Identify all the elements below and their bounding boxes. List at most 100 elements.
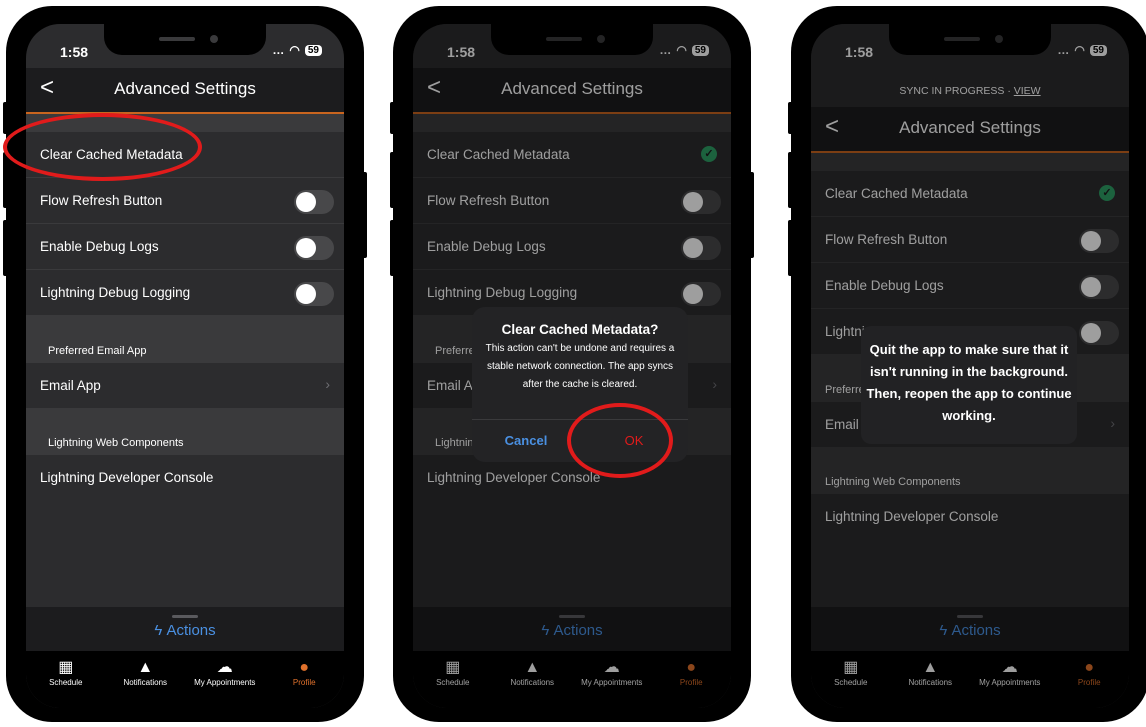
side-button: [788, 152, 793, 208]
chevron-right-icon: ›: [712, 376, 717, 392]
tab-profile[interactable]: ● Profile: [653, 651, 729, 708]
notch: [889, 24, 1051, 55]
actions-button[interactable]: ϟ Actions: [413, 622, 731, 639]
lightning-debug-toggle[interactable]: [1079, 321, 1119, 345]
chevron-right-icon: ›: [1110, 415, 1115, 431]
row-clear-cached-metadata[interactable]: Clear Cached Metadata: [26, 131, 344, 178]
lightning-debug-toggle[interactable]: [681, 282, 721, 306]
tab-notifications[interactable]: ▲ Notifications: [892, 651, 968, 708]
person-icon: ●: [686, 659, 697, 676]
confirm-dialog: Clear Cached Metadata? This action can't…: [472, 307, 688, 462]
section-gap: [26, 114, 344, 131]
row-label: Clear Cached Metadata: [40, 147, 183, 162]
signal-icon: …: [272, 43, 285, 57]
side-button: [3, 152, 8, 208]
row-label: Clear Cached Metadata: [825, 186, 968, 201]
bottom-bar: ϟ Actions ▦ Schedule ▲ Notifications ☁ My A…: [26, 607, 344, 708]
tab-notifications[interactable]: ▲ Notifications: [494, 651, 570, 708]
nav-bar: < Advanced Settings: [811, 107, 1129, 153]
tab-bar: ▦ Schedule ▲ Notifications ☁ My Appointment…: [811, 651, 1129, 708]
drawer-handle[interactable]: [559, 615, 585, 618]
tab-my-appointments[interactable]: ☁ My Appointments: [972, 651, 1048, 708]
row-label: Lightning Developer Console: [427, 470, 601, 485]
row-enable-debug-logs: Enable Debug Logs: [811, 262, 1129, 309]
tab-notifications[interactable]: ▲ Notifications: [107, 651, 183, 708]
drawer-handle[interactable]: [957, 615, 983, 618]
actions-button[interactable]: ϟ Actions: [811, 622, 1129, 639]
cloud-icon: ☁: [1001, 659, 1018, 676]
row-email-app[interactable]: Email App ›: [26, 362, 344, 409]
calendar-icon: ▦: [843, 659, 859, 676]
section-title: Lightning Web Components: [825, 476, 961, 488]
status-icons: … ◠ 59: [659, 43, 709, 57]
row-label: Email App: [40, 378, 101, 393]
battery-icon: 59: [1089, 44, 1107, 56]
tab-my-appointments[interactable]: ☁ My Appointments: [187, 651, 263, 708]
debug-logs-toggle[interactable]: [1079, 275, 1119, 299]
row-label: Lightning Developer Console: [825, 509, 999, 524]
status-time: 1:58: [845, 44, 874, 60]
tab-schedule[interactable]: ▦ Schedule: [813, 651, 889, 708]
tab-schedule[interactable]: ▦ Schedule: [28, 651, 104, 708]
row-lightning-developer-console[interactable]: Lightning Developer Console: [26, 454, 344, 501]
notch: [104, 24, 266, 55]
tab-profile[interactable]: ● Profile: [1051, 651, 1127, 708]
bolt-icon: ϟ: [939, 622, 948, 639]
battery-icon: 59: [691, 44, 709, 56]
side-button: [390, 220, 395, 276]
bell-icon: ▲: [137, 659, 154, 676]
flow-refresh-toggle[interactable]: [294, 190, 334, 214]
row-clear-cached-metadata[interactable]: Clear Cached Metadata ✓: [413, 131, 731, 178]
person-icon: ●: [299, 659, 310, 676]
row-enable-debug-logs: Enable Debug Logs: [26, 223, 344, 270]
cloud-icon: ☁: [603, 659, 620, 676]
cancel-button[interactable]: Cancel: [472, 420, 580, 462]
actions-button[interactable]: ϟ Actions: [26, 622, 344, 639]
dialog-title: Clear Cached Metadata?: [501, 322, 659, 337]
ok-button[interactable]: OK: [580, 420, 688, 462]
bell-icon: ▲: [524, 659, 541, 676]
row-lightning-developer-console[interactable]: Lightning Developer Console: [811, 493, 1129, 540]
bolt-icon: ϟ: [541, 622, 550, 639]
battery-icon: 59: [304, 44, 322, 56]
bottom-bar: ϟ Actions ▦ Schedule ▲ Notifications ☁ My A…: [413, 607, 731, 708]
tab-profile[interactable]: ● Profile: [266, 651, 342, 708]
info-toast: Quit the app to make sure that it isn't …: [861, 326, 1077, 444]
row-label: Enable Debug Logs: [427, 239, 546, 254]
page-title: Advanced Settings: [114, 79, 256, 98]
side-button: [390, 152, 395, 208]
tab-schedule[interactable]: ▦ Schedule: [415, 651, 491, 708]
row-label: Lightning Developer Console: [40, 470, 214, 485]
notch: [491, 24, 653, 55]
section-gap: [811, 153, 1129, 170]
tab-my-appointments[interactable]: ☁ My Appointments: [574, 651, 650, 708]
row-clear-cached-metadata[interactable]: Clear Cached Metadata ✓: [811, 170, 1129, 217]
view-link[interactable]: VIEW: [1014, 85, 1041, 97]
row-label: Enable Debug Logs: [40, 239, 159, 254]
phone-2: 1:58 … ◠ 59 < Advanced Settings Clear Ca…: [390, 6, 754, 722]
person-icon: ●: [1084, 659, 1095, 676]
lightning-debug-toggle[interactable]: [294, 282, 334, 306]
side-button: [390, 102, 395, 134]
nav-bar: < Advanced Settings: [26, 68, 344, 114]
flow-refresh-toggle[interactable]: [681, 190, 721, 214]
debug-logs-toggle[interactable]: [681, 236, 721, 260]
section-title: Lightning Web Components: [48, 437, 184, 449]
status-time: 1:58: [447, 44, 476, 60]
row-flow-refresh-button: Flow Refresh Button: [26, 177, 344, 224]
sync-banner: SYNC IN PROGRESS · VIEW: [899, 85, 1041, 97]
nav-bar: < Advanced Settings: [413, 68, 731, 114]
signal-icon: …: [1057, 43, 1070, 57]
row-label: Flow Refresh Button: [825, 232, 948, 247]
signal-icon: …: [659, 43, 672, 57]
screen-1: 1:58 … ◠ 59 < Advanced Settings Clear Ca…: [26, 24, 344, 708]
row-label: Enable Debug Logs: [825, 278, 944, 293]
wifi-icon: ◠: [289, 43, 300, 57]
flow-refresh-toggle[interactable]: [1079, 229, 1119, 253]
status-time: 1:58: [60, 44, 89, 60]
debug-logs-toggle[interactable]: [294, 236, 334, 260]
dialog-message: This action can't be undone and requires…: [485, 343, 675, 390]
chevron-right-icon: ›: [325, 376, 330, 392]
drawer-handle[interactable]: [172, 615, 198, 618]
phone-1: 1:58 … ◠ 59 < Advanced Settings Clear Ca…: [3, 6, 367, 722]
